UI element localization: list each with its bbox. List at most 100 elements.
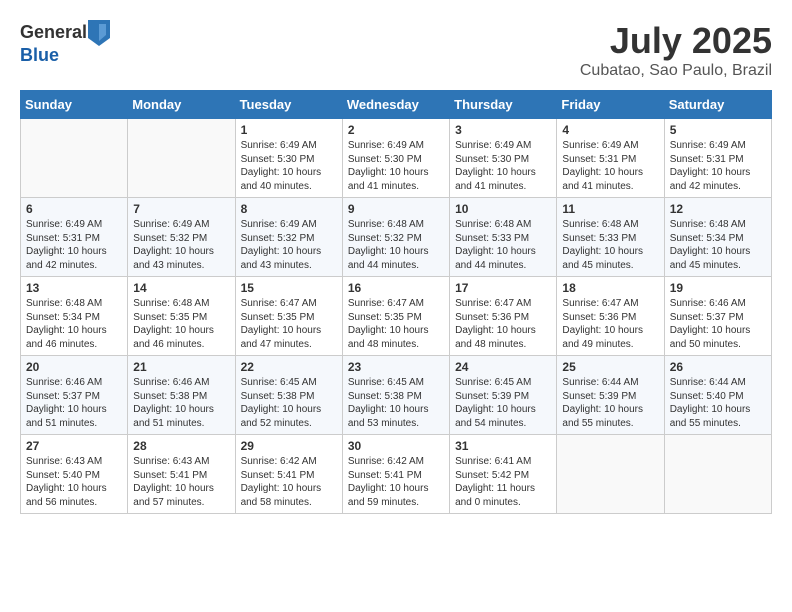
day-info: Sunrise: 6:45 AM Sunset: 5:38 PM Dayligh… — [348, 376, 444, 430]
day-number: 27 — [26, 439, 122, 453]
weekday-header-sunday: Sunday — [21, 91, 128, 119]
day-number: 15 — [241, 281, 337, 295]
weekday-header-tuesday: Tuesday — [235, 91, 342, 119]
calendar-cell: 6Sunrise: 6:49 AM Sunset: 5:31 PM Daylig… — [21, 198, 128, 277]
day-number: 3 — [455, 123, 551, 137]
calendar-cell: 21 Sunrise: 6:46 AM Sunset: 5:38 PM Dayli… — [128, 356, 235, 435]
title-block: July 2025 Cubatao, Sao Paulo, Brazil — [580, 20, 772, 80]
calendar-cell: 10 Sunrise: 6:48 AM Sunset: 5:33 PM Dayli… — [450, 198, 557, 277]
day-number: 14 — [133, 281, 229, 295]
calendar-table: SundayMondayTuesdayWednesdayThursdayFrid… — [20, 90, 772, 514]
logo-blue: Blue — [20, 45, 59, 65]
logo-icon — [88, 20, 110, 46]
day-number: 21 — [133, 360, 229, 374]
calendar-week-row: 13Sunrise: 6:48 AM Sunset: 5:34 PM Dayli… — [21, 277, 772, 356]
calendar-week-row: 27 Sunrise: 6:43 AM Sunset: 5:40 PM Dayli… — [21, 435, 772, 514]
calendar-cell — [664, 435, 771, 514]
day-info: Sunrise: 6:48 AM Sunset: 5:32 PM Dayligh… — [348, 218, 444, 272]
calendar-cell: 4Sunrise: 6:49 AM Sunset: 5:31 PM Daylig… — [557, 119, 664, 198]
day-number: 10 — [455, 202, 551, 216]
day-info: Sunrise: 6:47 AM Sunset: 5:35 PM Dayligh… — [348, 297, 444, 351]
calendar-cell: 31Sunrise: 6:41 AM Sunset: 5:42 PM Dayli… — [450, 435, 557, 514]
day-number: 24 — [455, 360, 551, 374]
calendar-cell: 12 Sunrise: 6:48 AM Sunset: 5:34 PM Dayli… — [664, 198, 771, 277]
day-number: 26 — [670, 360, 766, 374]
day-number: 11 — [562, 202, 658, 216]
weekday-header-wednesday: Wednesday — [342, 91, 449, 119]
day-info: Sunrise: 6:46 AM Sunset: 5:38 PM Dayligh… — [133, 376, 229, 430]
calendar-cell: 3 Sunrise: 6:49 AM Sunset: 5:30 PM Daylig… — [450, 119, 557, 198]
weekday-header-saturday: Saturday — [664, 91, 771, 119]
day-info: Sunrise: 6:44 AM Sunset: 5:40 PM Dayligh… — [670, 376, 766, 430]
weekday-header-monday: Monday — [128, 91, 235, 119]
day-info: Sunrise: 6:49 AM Sunset: 5:30 PM Dayligh… — [348, 139, 444, 193]
calendar-cell: 18Sunrise: 6:47 AM Sunset: 5:36 PM Dayli… — [557, 277, 664, 356]
calendar-cell: 20Sunrise: 6:46 AM Sunset: 5:37 PM Dayli… — [21, 356, 128, 435]
day-info: Sunrise: 6:49 AM Sunset: 5:32 PM Dayligh… — [133, 218, 229, 272]
calendar-cell: 17 Sunrise: 6:47 AM Sunset: 5:36 PM Dayli… — [450, 277, 557, 356]
calendar-cell: 27 Sunrise: 6:43 AM Sunset: 5:40 PM Dayli… — [21, 435, 128, 514]
location-title: Cubatao, Sao Paulo, Brazil — [580, 62, 772, 80]
calendar-cell: 13Sunrise: 6:48 AM Sunset: 5:34 PM Dayli… — [21, 277, 128, 356]
day-number: 29 — [241, 439, 337, 453]
day-number: 25 — [562, 360, 658, 374]
day-number: 28 — [133, 439, 229, 453]
day-info: Sunrise: 6:48 AM Sunset: 5:33 PM Dayligh… — [455, 218, 551, 272]
page-header: General Blue July 2025 Cubatao, Sao Paul… — [20, 20, 772, 80]
logo-text: General Blue — [20, 20, 111, 66]
calendar-cell: 23 Sunrise: 6:45 AM Sunset: 5:38 PM Dayli… — [342, 356, 449, 435]
day-info: Sunrise: 6:49 AM Sunset: 5:30 PM Dayligh… — [241, 139, 337, 193]
day-info: Sunrise: 6:42 AM Sunset: 5:41 PM Dayligh… — [241, 455, 337, 509]
calendar-week-row: 6Sunrise: 6:49 AM Sunset: 5:31 PM Daylig… — [21, 198, 772, 277]
calendar-cell: 7 Sunrise: 6:49 AM Sunset: 5:32 PM Daylig… — [128, 198, 235, 277]
day-info: Sunrise: 6:43 AM Sunset: 5:40 PM Dayligh… — [26, 455, 122, 509]
calendar-week-row: 20Sunrise: 6:46 AM Sunset: 5:37 PM Dayli… — [21, 356, 772, 435]
day-number: 22 — [241, 360, 337, 374]
day-info: Sunrise: 6:49 AM Sunset: 5:31 PM Dayligh… — [670, 139, 766, 193]
day-number: 16 — [348, 281, 444, 295]
day-info: Sunrise: 6:49 AM Sunset: 5:30 PM Dayligh… — [455, 139, 551, 193]
logo: General Blue — [20, 20, 111, 66]
day-number: 18 — [562, 281, 658, 295]
day-number: 30 — [348, 439, 444, 453]
calendar-cell: 28 Sunrise: 6:43 AM Sunset: 5:41 PM Dayli… — [128, 435, 235, 514]
calendar-cell: 29 Sunrise: 6:42 AM Sunset: 5:41 PM Dayli… — [235, 435, 342, 514]
weekday-header-friday: Friday — [557, 91, 664, 119]
month-title: July 2025 — [580, 20, 772, 62]
calendar-cell: 14Sunrise: 6:48 AM Sunset: 5:35 PM Dayli… — [128, 277, 235, 356]
calendar-cell: 5 Sunrise: 6:49 AM Sunset: 5:31 PM Daylig… — [664, 119, 771, 198]
day-number: 7 — [133, 202, 229, 216]
calendar-cell: 16 Sunrise: 6:47 AM Sunset: 5:35 PM Dayli… — [342, 277, 449, 356]
calendar-cell — [128, 119, 235, 198]
day-number: 23 — [348, 360, 444, 374]
day-number: 12 — [670, 202, 766, 216]
day-info: Sunrise: 6:44 AM Sunset: 5:39 PM Dayligh… — [562, 376, 658, 430]
day-number: 4 — [562, 123, 658, 137]
day-number: 1 — [241, 123, 337, 137]
calendar-cell: 19Sunrise: 6:46 AM Sunset: 5:37 PM Dayli… — [664, 277, 771, 356]
calendar-cell: 26 Sunrise: 6:44 AM Sunset: 5:40 PM Dayli… — [664, 356, 771, 435]
calendar-cell: 8 Sunrise: 6:49 AM Sunset: 5:32 PM Daylig… — [235, 198, 342, 277]
day-number: 2 — [348, 123, 444, 137]
day-info: Sunrise: 6:47 AM Sunset: 5:35 PM Dayligh… — [241, 297, 337, 351]
day-number: 17 — [455, 281, 551, 295]
day-info: Sunrise: 6:47 AM Sunset: 5:36 PM Dayligh… — [455, 297, 551, 351]
day-number: 8 — [241, 202, 337, 216]
day-info: Sunrise: 6:41 AM Sunset: 5:42 PM Dayligh… — [455, 455, 551, 509]
day-info: Sunrise: 6:49 AM Sunset: 5:31 PM Dayligh… — [26, 218, 122, 272]
weekday-header-thursday: Thursday — [450, 91, 557, 119]
day-info: Sunrise: 6:49 AM Sunset: 5:32 PM Dayligh… — [241, 218, 337, 272]
day-info: Sunrise: 6:48 AM Sunset: 5:34 PM Dayligh… — [670, 218, 766, 272]
calendar-cell: 30 Sunrise: 6:42 AM Sunset: 5:41 PM Dayli… — [342, 435, 449, 514]
day-number: 19 — [670, 281, 766, 295]
day-info: Sunrise: 6:46 AM Sunset: 5:37 PM Dayligh… — [26, 376, 122, 430]
day-info: Sunrise: 6:45 AM Sunset: 5:38 PM Dayligh… — [241, 376, 337, 430]
day-number: 5 — [670, 123, 766, 137]
day-info: Sunrise: 6:42 AM Sunset: 5:41 PM Dayligh… — [348, 455, 444, 509]
calendar-cell: 1 Sunrise: 6:49 AM Sunset: 5:30 PM Daylig… — [235, 119, 342, 198]
day-info: Sunrise: 6:45 AM Sunset: 5:39 PM Dayligh… — [455, 376, 551, 430]
day-info: Sunrise: 6:43 AM Sunset: 5:41 PM Dayligh… — [133, 455, 229, 509]
calendar-cell — [21, 119, 128, 198]
day-number: 9 — [348, 202, 444, 216]
calendar-cell: 2 Sunrise: 6:49 AM Sunset: 5:30 PM Daylig… — [342, 119, 449, 198]
